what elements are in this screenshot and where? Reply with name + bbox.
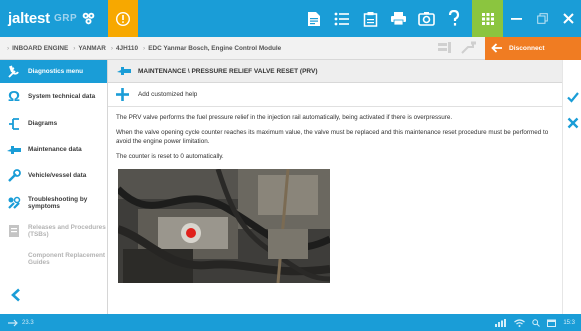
section-header: MAINTENANCE \ PRESSURE RELIEF VALVE RESE… (108, 60, 562, 83)
main-content: MAINTENANCE \ PRESSURE RELIEF VALVE RESE… (108, 60, 562, 314)
disconnect-button[interactable]: Disconnect (485, 36, 581, 60)
wrench-icon (6, 64, 22, 79)
breadcrumb: › INBOARD ENGINE › YANMAR › 4JH110 › EDC… (0, 36, 581, 60)
confirm-check-icon[interactable] (567, 91, 579, 103)
engine-photo-illustration (118, 169, 330, 283)
sidebar-item-label: Vehicle/vessel data (28, 172, 87, 180)
calendar-icon (547, 319, 557, 327)
top-bar: jaltest GRP (0, 0, 581, 37)
report-icon (308, 11, 320, 26)
close-icon (562, 13, 574, 24)
wifi-icon (514, 318, 526, 327)
sidebar-item-label: Maintenance data (28, 146, 82, 154)
connection-controls: Disconnect (437, 36, 581, 60)
sidebar-item-vehicle-vessel-data[interactable]: Vehicle/vessel data (0, 163, 107, 189)
sidebar: Diagnostics menu Ω System technical data… (0, 60, 108, 314)
printer-icon (390, 12, 406, 26)
app-version: 23.3 (22, 319, 34, 326)
brand-sub: GRP (53, 13, 78, 24)
add-customized-help-button[interactable]: Add customized help (108, 83, 562, 107)
sidebar-item-label: Troubleshooting by symptoms (28, 195, 88, 211)
breadcrumb-item-inboard-engine[interactable]: INBOARD ENGINE (12, 45, 68, 52)
disconnect-label: Disconnect (509, 44, 545, 52)
description-paragraph-2: When the valve opening cycle counter rea… (116, 129, 549, 145)
add-help-label: Add customized help (138, 91, 198, 98)
camera-icon (417, 12, 435, 26)
sidebar-item-label: Diagnostics menu (28, 67, 84, 75)
sidebar-item-label: System technical data (28, 93, 96, 101)
engine-photo (118, 169, 330, 283)
vehicle-icon (6, 169, 22, 183)
usb-icon (8, 319, 18, 327)
diagram-icon (6, 117, 22, 131)
omega-icon: Ω (7, 88, 21, 106)
list-icon (334, 12, 349, 25)
grid-icon (481, 12, 494, 25)
apps-grid-button[interactable] (472, 0, 503, 37)
page-title: MAINTENANCE \ PRESSURE RELIEF VALVE RESE… (138, 67, 318, 75)
sidebar-item-releases-procedures: Releases and Procedures (TSBs) (0, 217, 107, 245)
sidebar-item-diagnostics-menu[interactable]: Diagnostics menu (0, 60, 107, 83)
action-rail (562, 60, 581, 314)
sidebar-item-diagrams[interactable]: Diagrams (0, 111, 107, 137)
arrow-left-icon (491, 43, 502, 53)
help-button[interactable] (442, 0, 466, 37)
ecu-plug-icon[interactable] (437, 41, 453, 55)
search-icon (532, 318, 541, 327)
print-button[interactable] (386, 0, 410, 37)
restore-icon (536, 13, 548, 24)
maintenance-icon (6, 143, 22, 157)
app-window: jaltest GRP › INBOARD ENGINE › YANMAR › … (0, 0, 581, 331)
report-button[interactable] (302, 0, 326, 37)
releases-icon (6, 224, 22, 238)
description-paragraph-1: The PRV valve performs the fuel pressure… (116, 114, 453, 121)
breadcrumb-chevron-icon: › (73, 44, 76, 52)
sidebar-item-system-technical-data[interactable]: Ω System technical data (0, 83, 107, 111)
minimize-icon (510, 18, 522, 20)
list-button[interactable] (330, 0, 354, 37)
clipboard-button[interactable] (358, 0, 382, 37)
signal-bars-icon (495, 318, 507, 327)
plus-icon (116, 88, 129, 101)
restore-button[interactable] (529, 0, 555, 37)
alert-icon (116, 11, 130, 26)
minimize-button[interactable] (503, 0, 529, 37)
connector-icon[interactable] (461, 41, 477, 55)
brand-logo: jaltest GRP (0, 0, 108, 37)
brand-name: jaltest (8, 10, 50, 27)
clock: 15:3 (563, 319, 575, 326)
breadcrumb-item-system[interactable]: EDC Yanmar Bosch, Engine Control Module (148, 45, 281, 52)
breadcrumb-item-model[interactable]: 4JH110 (116, 45, 138, 52)
close-button[interactable] (555, 0, 581, 37)
cancel-x-icon[interactable] (567, 117, 579, 129)
sidebar-item-troubleshooting[interactable]: Troubleshooting by symptoms (0, 189, 107, 217)
help-icon (448, 10, 460, 26)
back-chevron-icon[interactable] (10, 288, 22, 302)
tools-icon (82, 12, 95, 25)
sidebar-item-label: Diagrams (28, 120, 58, 128)
sidebar-item-label: Releases and Procedures (TSBs) (28, 223, 106, 239)
status-bar: 23.3 15:3 (0, 314, 581, 331)
breadcrumb-chevron-icon: › (143, 44, 146, 52)
camera-button[interactable] (414, 0, 438, 37)
maintenance-icon (117, 67, 131, 75)
breadcrumb-chevron-icon: › (7, 44, 10, 52)
breadcrumb-item-yanmar[interactable]: YANMAR (78, 45, 105, 52)
troubleshoot-icon (6, 196, 22, 210)
sidebar-item-label: Component Replacement Guides (28, 251, 106, 267)
clipboard-icon (363, 11, 377, 27)
sidebar-item-maintenance-data[interactable]: Maintenance data (0, 137, 107, 163)
sidebar-item-component-replacement: Component Replacement Guides (0, 245, 107, 273)
system-tray: 15:3 (495, 318, 581, 327)
description-paragraph-3: The counter is reset to 0 automatically. (116, 153, 224, 160)
alert-button[interactable] (108, 0, 138, 37)
breadcrumb-chevron-icon: › (110, 44, 113, 52)
